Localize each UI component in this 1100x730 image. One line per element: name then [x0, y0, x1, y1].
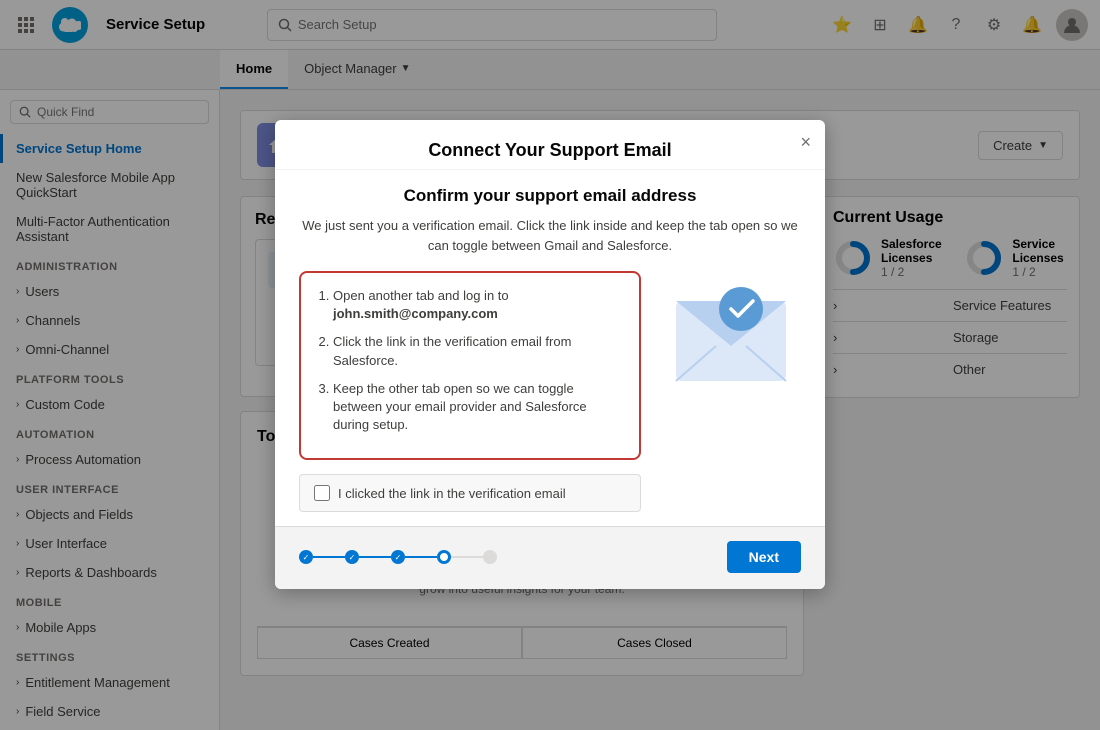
progress-line-2 — [359, 556, 391, 558]
instruction-1: Open another tab and log in to john.smit… — [333, 287, 623, 323]
progress-line-1 — [313, 556, 345, 558]
modal: Connect Your Support Email × Confirm you… — [275, 120, 825, 589]
progress-dots: ✓ ✓ ✓ — [299, 550, 497, 564]
progress-dot-4 — [437, 550, 451, 564]
modal-footer: ✓ ✓ ✓ Next — [275, 526, 825, 589]
progress-line-4 — [451, 556, 483, 558]
modal-subtitle: We just sent you a verification email. C… — [299, 216, 801, 255]
next-button[interactable]: Next — [727, 541, 801, 573]
instructions-box: Open another tab and log in to john.smit… — [299, 271, 641, 460]
modal-body: Confirm your support email address We ju… — [275, 170, 825, 512]
modal-header: Connect Your Support Email — [275, 120, 825, 170]
progress-dot-3: ✓ — [391, 550, 405, 564]
email-illustration — [661, 271, 801, 391]
progress-line-3 — [405, 556, 437, 558]
modal-confirm-title: Confirm your support email address — [299, 186, 801, 206]
modal-overlay[interactable]: Connect Your Support Email × Confirm you… — [0, 0, 1100, 730]
modal-left: Open another tab and log in to john.smit… — [299, 271, 641, 512]
instruction-2: Click the link in the verification email… — [333, 333, 623, 369]
checkbox-row: I clicked the link in the verification e… — [299, 474, 641, 512]
modal-close-button[interactable]: × — [800, 132, 811, 153]
verification-checkbox[interactable] — [314, 485, 330, 501]
instruction-3: Keep the other tab open so we can toggle… — [333, 380, 623, 435]
modal-content: Open another tab and log in to john.smit… — [299, 271, 801, 512]
progress-dot-2: ✓ — [345, 550, 359, 564]
progress-dot-1: ✓ — [299, 550, 313, 564]
instructions-list: Open another tab and log in to john.smit… — [317, 287, 623, 434]
progress-dot-5 — [483, 550, 497, 564]
checkbox-label[interactable]: I clicked the link in the verification e… — [338, 486, 566, 501]
